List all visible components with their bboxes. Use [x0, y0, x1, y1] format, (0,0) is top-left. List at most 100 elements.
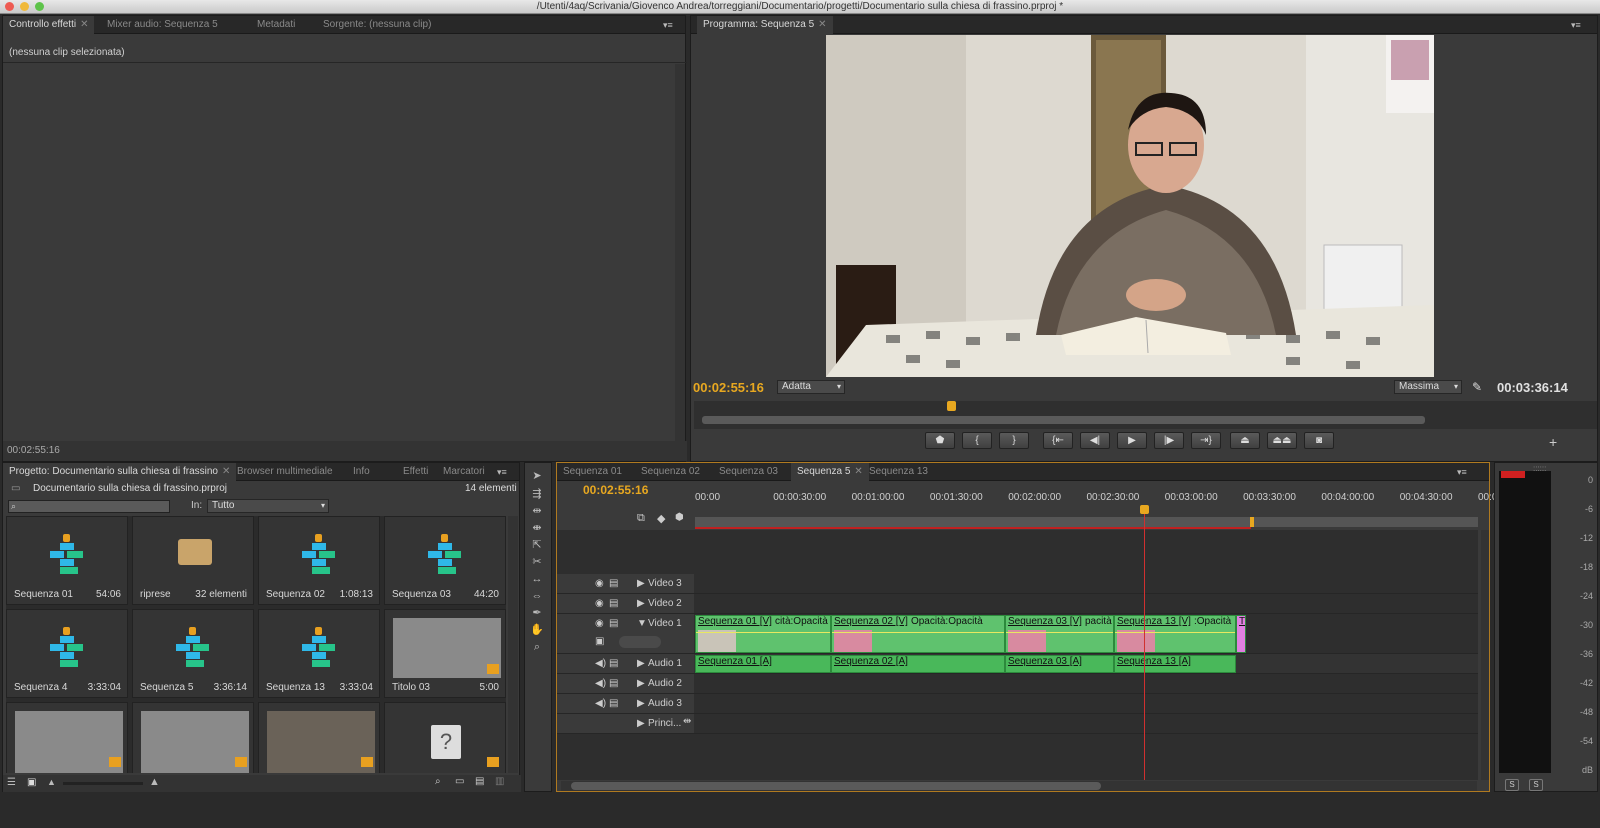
rate-stretch-tool-icon[interactable]: ⇱ — [530, 538, 544, 552]
tab-sequenza-13[interactable]: Sequenza 13 — [863, 463, 934, 481]
marker-button[interactable]: ⬟ — [925, 432, 955, 449]
tab-sequenza-02[interactable]: Sequenza 02 — [635, 463, 706, 481]
timeline-timecode[interactable]: 00:02:55:16 — [583, 483, 648, 497]
program-video-frame[interactable] — [826, 35, 1434, 377]
solo-right-button[interactable]: S — [1529, 779, 1543, 791]
close-window-icon[interactable] — [5, 2, 14, 11]
trash-icon[interactable]: ▥ — [495, 776, 504, 787]
program-current-timecode[interactable]: 00:02:55:16 — [693, 380, 764, 395]
new-bin-icon[interactable]: ▭ — [455, 776, 464, 787]
new-item-icon[interactable]: ▤ — [475, 776, 484, 787]
tab-sequenza-01[interactable]: Sequenza 01 — [557, 463, 628, 481]
panel-menu-icon[interactable]: ▾≡ — [1457, 467, 1467, 478]
tab-source[interactable]: Sorgente: (nessuna clip) — [317, 16, 437, 34]
lock-sync-icon[interactable]: ▤ — [609, 678, 618, 689]
close-tab-icon[interactable]: ✕ — [818, 19, 826, 30]
expand-arrow-icon[interactable]: ▶ — [637, 678, 645, 689]
work-area-end-handle[interactable] — [1250, 517, 1254, 527]
track-select-tool-icon[interactable]: ⇶ — [530, 487, 544, 501]
opacity-line[interactable] — [832, 632, 1004, 633]
eye-icon[interactable]: ◉ — [595, 618, 604, 629]
marker-icon[interactable]: ⬢ — [675, 512, 684, 523]
icon-view-icon[interactable]: ▣ — [27, 777, 36, 788]
thumbnail-size-slider[interactable] — [63, 782, 143, 785]
project-item[interactable]: Sequenza 02 1:08:13 — [258, 516, 380, 605]
close-tab-icon[interactable]: ✕ — [80, 19, 88, 30]
display-style-icon[interactable]: ▣ — [595, 636, 604, 647]
quality-dropdown[interactable]: Massima ▾ — [1394, 380, 1462, 394]
opacity-line[interactable] — [696, 632, 830, 633]
opacity-line[interactable] — [1006, 632, 1113, 633]
razor-tool-icon[interactable]: ✂ — [530, 555, 544, 569]
lock-sync-icon[interactable]: ▤ — [609, 698, 618, 709]
lock-sync-icon[interactable]: ▤ — [609, 658, 618, 669]
speaker-icon[interactable]: ◀) — [595, 678, 606, 689]
lock-sync-icon[interactable]: ▤ — [609, 618, 618, 629]
close-tab-icon[interactable]: ✕ — [222, 466, 230, 477]
video-clip[interactable]: Sequenza 02 [V] Opacità:Opacità — [831, 615, 1005, 653]
panel-menu-icon[interactable]: ▾≡ — [663, 20, 673, 31]
program-playhead[interactable] — [947, 401, 957, 411]
program-zoom-bar[interactable] — [702, 416, 1425, 424]
slip-tool-icon[interactable]: ↔ — [530, 572, 544, 586]
tab-info[interactable]: Info — [347, 463, 376, 481]
project-item[interactable]: Sequenza 13 3:33:04 — [258, 609, 380, 698]
expand-arrow-icon[interactable]: ▶ — [637, 578, 645, 589]
tab-effects[interactable]: Effetti — [397, 463, 434, 481]
expand-arrow-icon[interactable]: ▶ — [637, 718, 645, 729]
resize-icon[interactable]: ⇹ — [683, 716, 691, 727]
expand-arrow-icon[interactable]: ▶ — [637, 598, 645, 609]
lock-sync-icon[interactable]: ▤ — [609, 598, 618, 609]
timeline-scroll-thumb[interactable] — [571, 782, 1101, 790]
out-point-button[interactable]: } — [999, 432, 1029, 449]
speaker-icon[interactable]: ◀) — [595, 658, 606, 669]
project-search-input[interactable]: ⌕ — [8, 500, 170, 513]
tracks-scrollbar[interactable] — [1481, 530, 1489, 780]
in-filter-dropdown[interactable]: Tutto ▾ — [207, 499, 329, 513]
go-to-in-button[interactable]: {⇤ — [1043, 432, 1073, 449]
project-item[interactable] — [258, 702, 380, 773]
project-item[interactable]: ? — [384, 702, 506, 773]
tab-project[interactable]: Progetto: Documentario sulla chiesa di f… — [3, 463, 237, 481]
tab-media-browser[interactable]: Browser multimediale — [231, 463, 339, 481]
camera-button[interactable]: ◙ — [1304, 432, 1334, 449]
eye-icon[interactable]: ◉ — [595, 578, 604, 589]
project-scrollbar[interactable] — [508, 516, 518, 773]
zoom-window-icon[interactable] — [35, 2, 44, 11]
work-area-bar[interactable] — [695, 517, 1478, 527]
opacity-line[interactable] — [1115, 632, 1235, 633]
step-forward-button[interactable]: |▶ — [1154, 432, 1184, 449]
step-back-button[interactable]: ◀| — [1080, 432, 1110, 449]
tab-audio-mixer[interactable]: Mixer audio: Sequenza 5 — [101, 16, 224, 34]
timeline-playhead[interactable] — [1140, 505, 1149, 514]
tab-sequenza-5[interactable]: Sequenza 5 ✕ — [791, 463, 869, 481]
project-item[interactable]: Sequenza 5 3:36:14 — [132, 609, 254, 698]
close-tab-icon[interactable]: ✕ — [854, 466, 862, 477]
wrench-icon[interactable]: ✎ — [1472, 380, 1482, 394]
add-button-icon[interactable]: + — [1549, 434, 1557, 450]
minimize-window-icon[interactable] — [20, 2, 29, 11]
zoom-tool-icon[interactable]: ⌕ — [530, 640, 544, 654]
speaker-icon[interactable]: ◀) — [595, 698, 606, 709]
fit-dropdown[interactable]: Adatta ▾ — [777, 380, 845, 394]
video-clip[interactable]: Ti — [1236, 615, 1246, 653]
time-ruler[interactable]: 00:00 00:00:30:00 00:01:00:00 00:01:30:00 00… — [695, 492, 1517, 530]
tab-markers[interactable]: Marcatori — [437, 463, 491, 481]
video-clip[interactable]: Sequenza 13 [V]:Opacità — [1114, 615, 1236, 653]
slide-tool-icon[interactable]: ⇔ — [530, 589, 544, 603]
expand-arrow-icon[interactable]: ▶ — [637, 698, 645, 709]
keyframe-navigator[interactable] — [619, 636, 661, 648]
program-scrubber[interactable] — [694, 401, 1597, 429]
pen-tool-icon[interactable]: ✒ — [530, 606, 544, 620]
project-item[interactable]: Titolo 03 5:00 — [384, 609, 506, 698]
selection-tool-icon[interactable]: ➤ — [530, 469, 544, 483]
audio-clip[interactable]: Sequenza 13 [A] — [1114, 655, 1236, 673]
eye-icon[interactable]: ◉ — [595, 598, 604, 609]
lock-sync-icon[interactable]: ▤ — [609, 578, 618, 589]
collapse-arrow-icon[interactable]: ▼ — [637, 618, 647, 629]
find-icon[interactable]: ⌕ — [435, 776, 441, 787]
video-clip[interactable]: Sequenza 01 [V] cità:Opacità — [695, 615, 831, 653]
effects-scrollbar[interactable] — [675, 64, 685, 444]
go-to-out-button[interactable]: ⇥} — [1191, 432, 1221, 449]
lift-button[interactable]: ⏏ — [1230, 432, 1260, 449]
